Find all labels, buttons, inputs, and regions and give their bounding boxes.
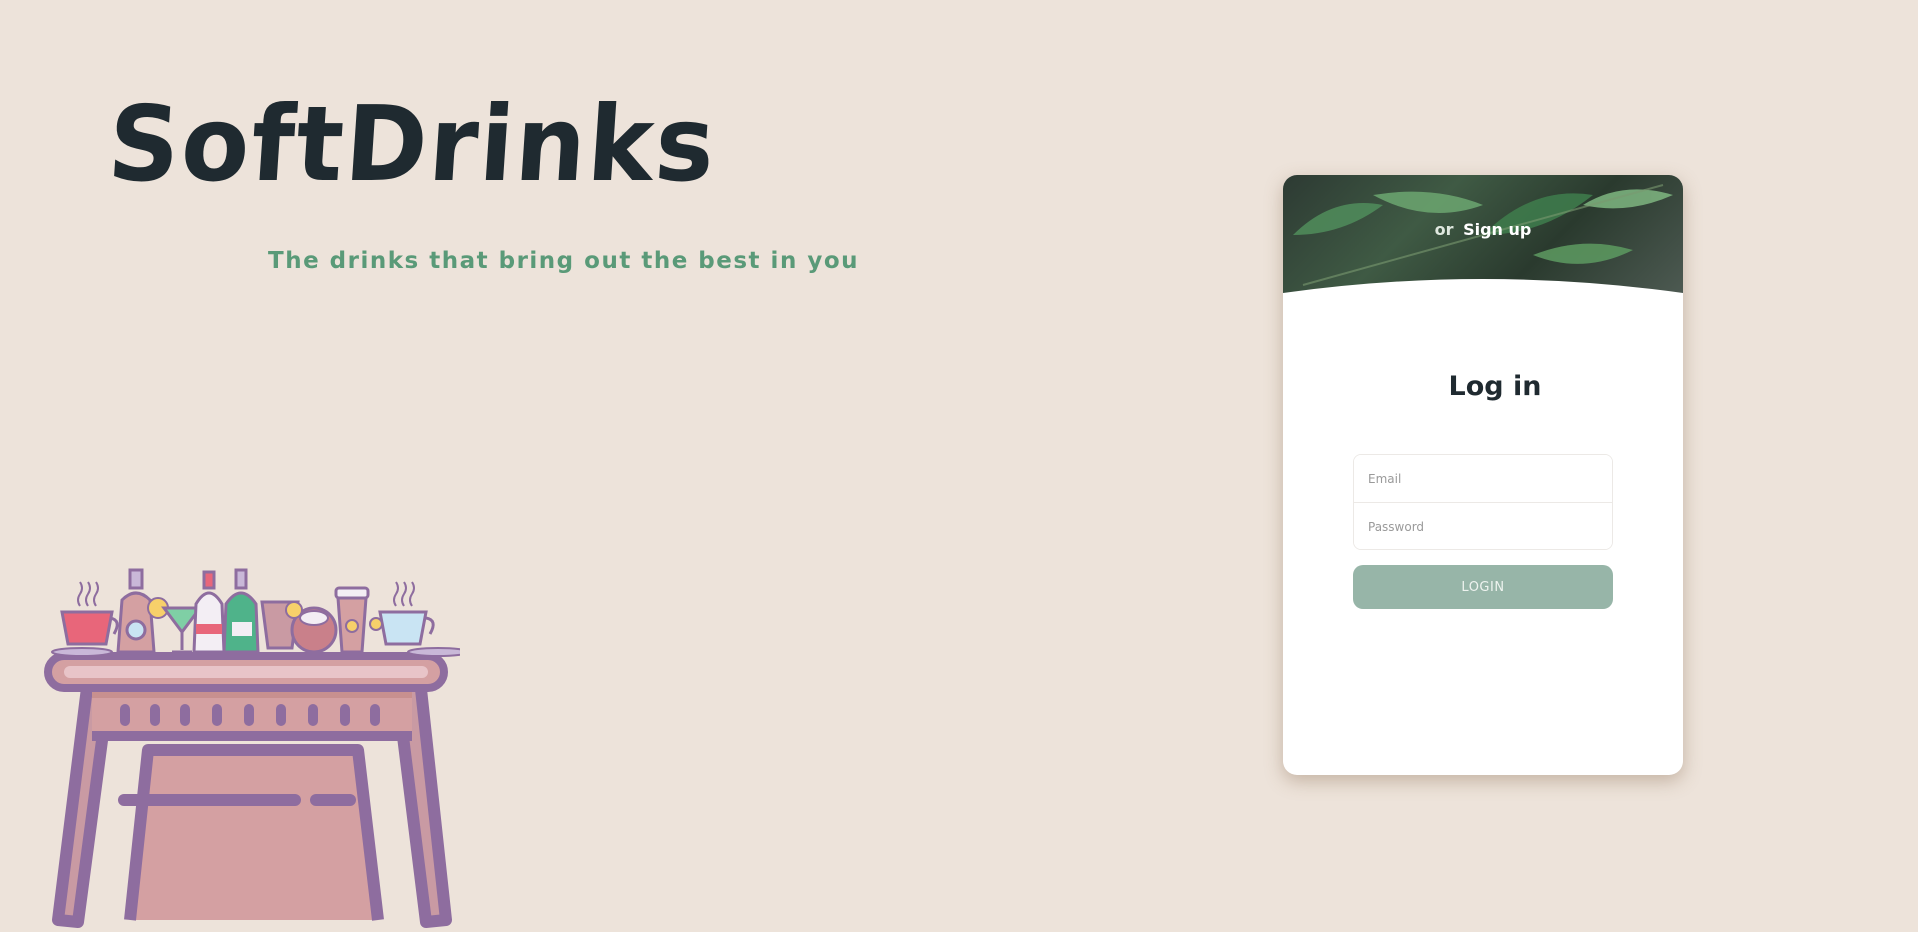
- login-button[interactable]: LOGIN: [1353, 565, 1613, 609]
- brand-logo: SoftDrinks: [104, 83, 721, 205]
- signup-prompt: or Sign up: [1283, 220, 1683, 239]
- or-text: or: [1434, 220, 1454, 239]
- card-header-image: or Sign up: [1283, 175, 1683, 295]
- credentials-fieldset: [1353, 454, 1613, 550]
- drinks-table-illustration: [44, 568, 460, 928]
- password-field[interactable]: [1354, 503, 1612, 549]
- brand-tagline: The drinks that bring out the best in yo…: [268, 248, 859, 274]
- signup-link[interactable]: Sign up: [1463, 220, 1531, 239]
- email-field[interactable]: [1354, 455, 1612, 502]
- login-card: or Sign up Log in LOGIN: [1283, 175, 1683, 775]
- login-title: Log in: [1448, 371, 1542, 402]
